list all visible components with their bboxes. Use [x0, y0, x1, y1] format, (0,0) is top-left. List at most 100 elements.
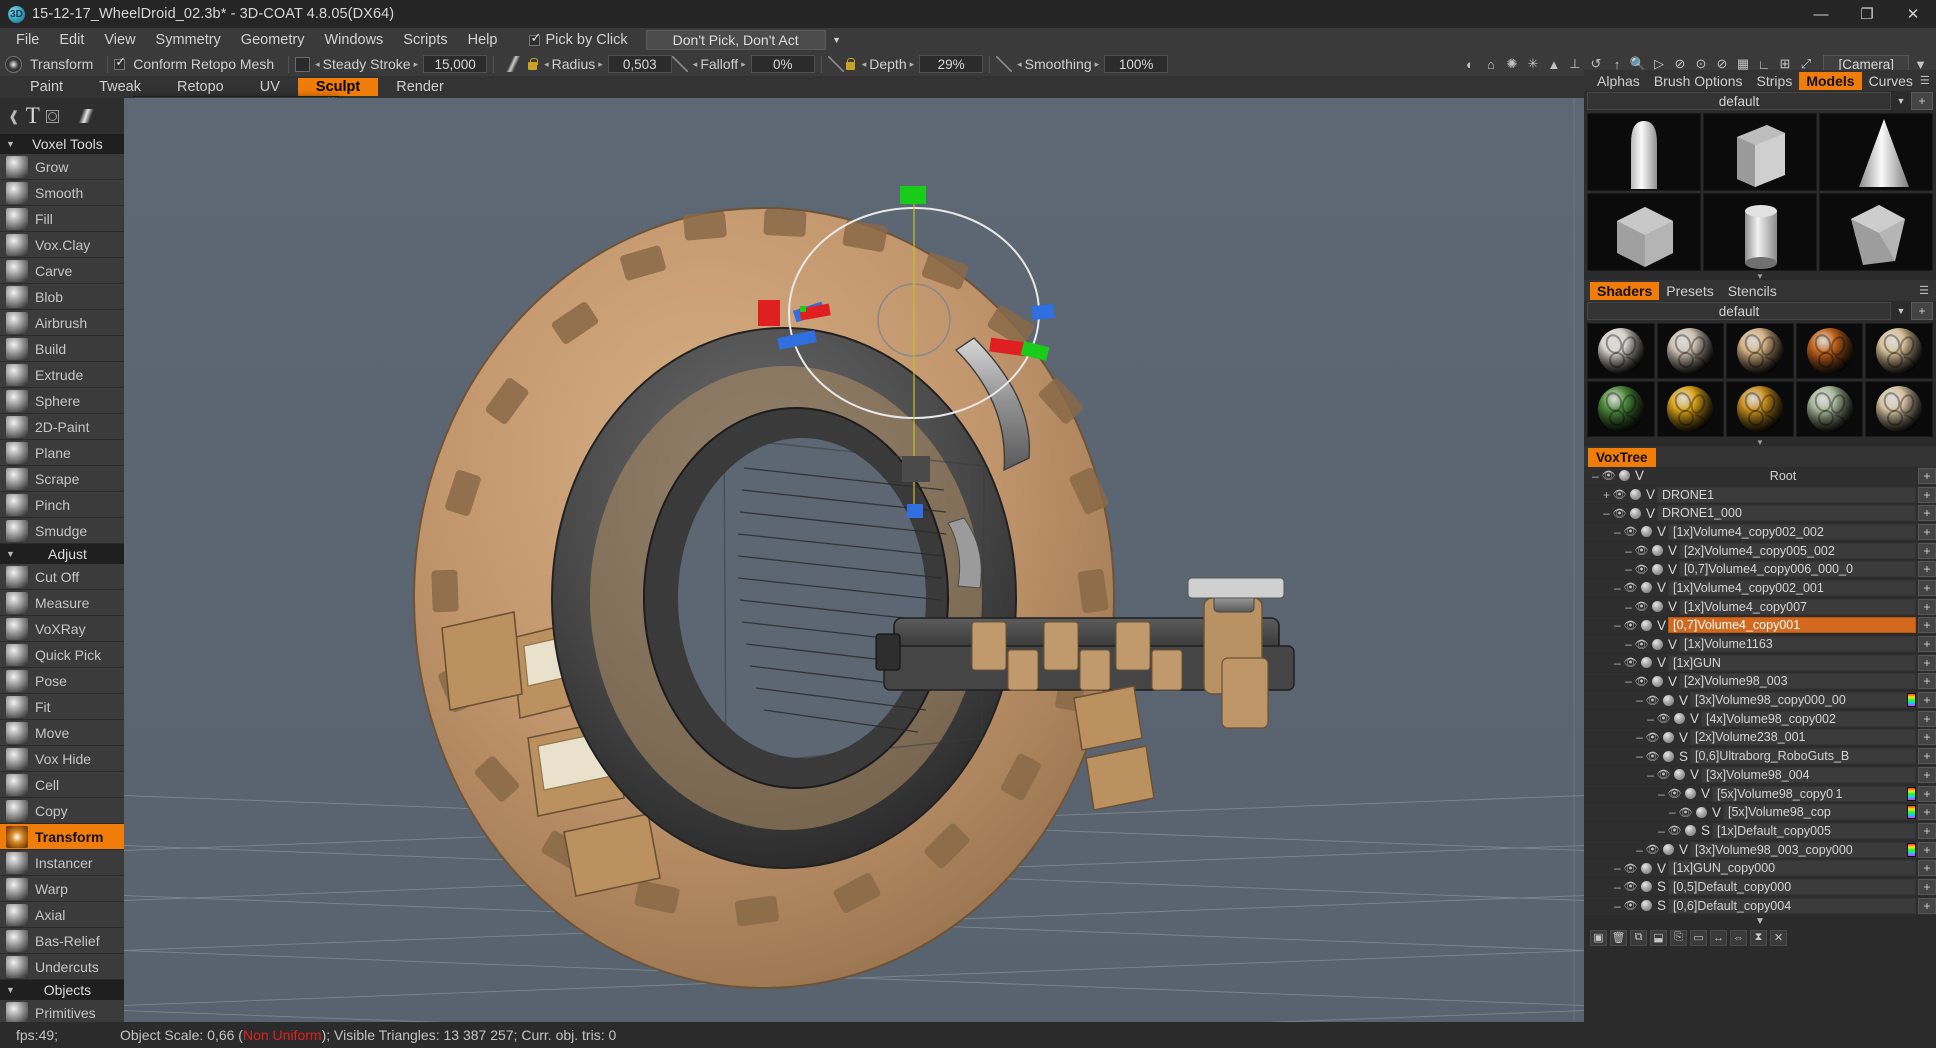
tool-transform[interactable]: Transform — [0, 824, 124, 850]
layer-sphere-icon[interactable] — [1663, 695, 1674, 706]
visibility-eye-icon[interactable]: 👁 — [1612, 507, 1627, 520]
visibility-eye-icon[interactable]: 👁 — [1678, 806, 1693, 819]
tab-retopo[interactable]: Retopo — [159, 78, 242, 96]
menu-item-file[interactable]: File — [6, 30, 49, 50]
shader-thumb-0[interactable] — [1587, 323, 1655, 379]
add-shader-button[interactable]: + — [1911, 302, 1933, 320]
layer-name[interactable]: [1x]GUN — [1668, 655, 1916, 671]
add-child-layer-button[interactable]: + — [1918, 599, 1936, 615]
layer-sphere-icon[interactable] — [1674, 713, 1685, 724]
tab-tweak[interactable]: Tweak — [81, 78, 159, 96]
add-child-layer-button[interactable]: + — [1918, 711, 1936, 727]
menu-item-help[interactable]: Help — [458, 30, 508, 50]
depth-slider[interactable]: ◂ Depth ▸ — [857, 56, 919, 72]
add-child-layer-button[interactable]: + — [1918, 898, 1936, 914]
menu-item-edit[interactable]: Edit — [49, 30, 94, 50]
layer-name[interactable]: [0,7]Volume4_copy006_000_0 — [1679, 561, 1916, 577]
delete-layer-icon[interactable]: 🗑 — [1610, 930, 1627, 946]
contrast-icon[interactable]: ◐ — [1460, 55, 1479, 74]
add-child-layer-button[interactable]: + — [1918, 767, 1936, 783]
collapse-node-icon[interactable]: – — [1590, 469, 1601, 483]
voxtree-row[interactable]: –👁V[1x]Volume1163+ — [1584, 635, 1936, 654]
shader-thumb-8[interactable] — [1796, 381, 1864, 437]
close-button[interactable]: ✕ — [1890, 0, 1936, 28]
collapse-arrow-icon[interactable]: ❰ — [8, 108, 20, 125]
tool-2d-paint[interactable]: 2D-Paint — [0, 414, 124, 440]
tool-smudge[interactable]: Smudge — [0, 518, 124, 544]
shader-thumb-2[interactable] — [1726, 323, 1794, 379]
voxtree-row[interactable]: +👁VDRONE1+ — [1584, 486, 1936, 505]
layer-color-swatch[interactable] — [1907, 843, 1916, 857]
layer-sphere-icon[interactable] — [1663, 732, 1674, 743]
layer-name[interactable]: [3x]Volume98_copy000_00 — [1690, 692, 1918, 708]
collapse-node-icon[interactable]: – — [1623, 637, 1634, 651]
collapse-node-icon[interactable]: – — [1612, 656, 1623, 670]
layer-sphere-icon[interactable] — [1641, 582, 1652, 593]
tool-build[interactable]: Build — [0, 336, 124, 362]
voxtree-list[interactable]: –👁VRoot++👁VDRONE1+–👁VDRONE1_000+–👁V[1x]V… — [1584, 467, 1936, 916]
voxtree-row[interactable]: –👁V[4x]Volume98_copy002+ — [1584, 710, 1936, 729]
tool-pose[interactable]: Pose — [0, 668, 124, 694]
layer-name[interactable]: [5x]Volume98_copy0 1 — [1712, 786, 1918, 802]
layer-name[interactable]: [2x]Volume98_003 — [1679, 673, 1916, 689]
light-icon[interactable]: ✺ — [1502, 55, 1521, 74]
tool-airbrush[interactable]: Airbrush — [0, 310, 124, 336]
close-icon[interactable]: ✕ — [1770, 930, 1787, 946]
visibility-eye-icon[interactable]: 👁 — [1623, 862, 1638, 875]
add-layer-icon[interactable]: ▣ — [1590, 930, 1607, 946]
models-preset-dropdown[interactable]: default — [1587, 92, 1891, 110]
voxtree-row[interactable]: –👁V[1x]Volume4_copy002_001+ — [1584, 579, 1936, 598]
add-child-layer-button[interactable]: + — [1918, 860, 1936, 876]
tool-carve[interactable]: Carve — [0, 258, 124, 284]
menu-item-symmetry[interactable]: Symmetry — [146, 30, 231, 50]
voxtree-scroll-indicator[interactable]: ▼ — [1584, 916, 1936, 927]
chevron-down-icon[interactable]: ▼ — [1893, 92, 1909, 110]
tool-group-header-objects[interactable]: ▼Objects — [0, 980, 124, 1000]
collapse-node-icon[interactable]: – — [1612, 581, 1623, 595]
layer-color-swatch[interactable] — [1907, 805, 1916, 819]
tent-icon[interactable]: ⌂ — [1481, 55, 1500, 74]
add-preset-button[interactable]: + — [1911, 92, 1933, 110]
tab-sculpt[interactable]: Sculpt — [298, 78, 378, 96]
layer-sphere-icon[interactable] — [1641, 657, 1652, 668]
collapse-node-icon[interactable]: – — [1645, 712, 1656, 726]
layer-name[interactable]: DRONE1 — [1657, 487, 1916, 503]
collapse-node-icon[interactable]: – — [1601, 506, 1612, 520]
visibility-eye-icon[interactable]: 👁 — [1656, 712, 1671, 725]
menu-item-geometry[interactable]: Geometry — [231, 30, 315, 50]
viewport-3d[interactable] — [124, 98, 1584, 1022]
layer-name[interactable]: DRONE1_000 — [1657, 505, 1916, 521]
shader-thumb-1[interactable] — [1657, 323, 1725, 379]
merge-layer-icon[interactable]: ⬓ — [1650, 930, 1667, 946]
tool-fill[interactable]: Fill — [0, 206, 124, 232]
tool-copy[interactable]: Copy — [0, 798, 124, 824]
layer-name[interactable]: [1x]GUN_copy000 — [1668, 860, 1916, 876]
voxtree-row[interactable]: –👁V[1x]GUN_copy000+ — [1584, 859, 1936, 878]
shaders-scroll-indicator[interactable]: ▼ — [1584, 439, 1936, 446]
tool-vox-hide[interactable]: Vox Hide — [0, 746, 124, 772]
layer-sphere-icon[interactable] — [1685, 825, 1696, 836]
tab-strips[interactable]: Strips — [1750, 72, 1800, 90]
collapse-node-icon[interactable]: – — [1612, 861, 1623, 875]
tool-measure[interactable]: Measure — [0, 590, 124, 616]
layer-sphere-icon[interactable] — [1641, 881, 1652, 892]
voxtree-row[interactable]: –👁V[1x]GUN+ — [1584, 654, 1936, 673]
layer-sphere-icon[interactable] — [1652, 564, 1663, 575]
visibility-eye-icon[interactable]: 👁 — [1667, 787, 1682, 800]
layer-sphere-icon[interactable] — [1663, 844, 1674, 855]
visibility-eye-icon[interactable]: 👁 — [1623, 880, 1638, 893]
tool-quick-pick[interactable]: Quick Pick — [0, 642, 124, 668]
collapse-node-icon[interactable]: – — [1623, 544, 1634, 558]
voxtree-row[interactable]: –👁V[3x]Volume98_copy000_00+ — [1584, 691, 1936, 710]
tool-bas-relief[interactable]: Bas-Relief — [0, 928, 124, 954]
models-scroll-indicator[interactable]: ▼ — [1584, 273, 1936, 280]
depth-value[interactable]: 29% — [919, 55, 983, 73]
layer-name[interactable]: [3x]Volume98_004 — [1701, 767, 1916, 783]
chevron-down-icon[interactable]: ▼ — [1893, 302, 1909, 320]
add-child-layer-button[interactable]: + — [1918, 468, 1936, 484]
layer-sphere-icon[interactable] — [1652, 545, 1663, 556]
tool-scrape[interactable]: Scrape — [0, 466, 124, 492]
duplicate-layer-icon[interactable]: ⧉ — [1630, 930, 1647, 946]
layer-name[interactable]: [2x]Volume4_copy005_002 — [1679, 543, 1916, 559]
visibility-eye-icon[interactable]: 👁 — [1634, 600, 1649, 613]
